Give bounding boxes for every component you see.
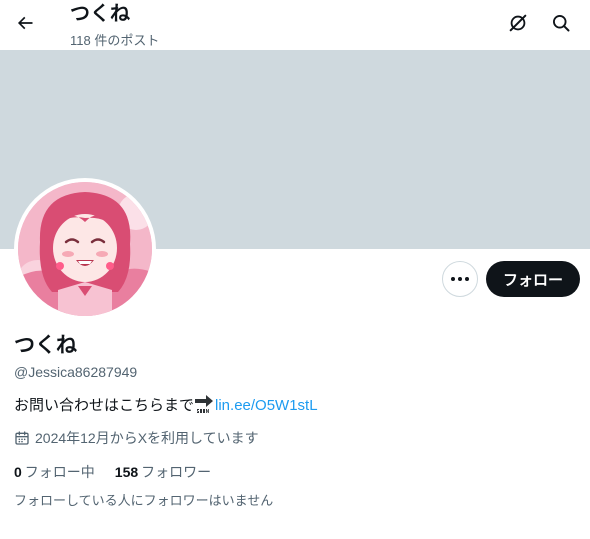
grok-button[interactable]: [505, 10, 531, 36]
followers-you-know-note: フォローしている人にフォロワーはいません: [14, 493, 274, 508]
bio-text: お問い合わせはこちらまで: [14, 397, 195, 414]
joined-text: 2024年12月からXを利用しています: [35, 430, 259, 446]
display-name: つくね: [14, 334, 77, 357]
arrow-left-icon: [17, 16, 33, 30]
bio-link[interactable]: lin.ee/O5W1stL: [215, 397, 318, 414]
search-icon: [553, 15, 570, 32]
post-count: 118 件のポスト: [70, 33, 160, 48]
bio: お問い合わせはこちらまで lin.ee/O5W1stL: [14, 394, 318, 416]
calendar-icon: [15, 431, 29, 445]
search-button[interactable]: [548, 10, 574, 36]
soon-arrow-icon: [194, 394, 214, 414]
user-handle: @Jessica86287949: [14, 364, 138, 380]
more-dots-icon: [451, 277, 455, 281]
followers-count: 158: [114, 464, 139, 480]
follow-button[interactable]: フォロー: [486, 261, 580, 297]
follow-stats: 0 フォロー中 158 フォロワー: [14, 462, 211, 482]
back-button[interactable]: [10, 8, 40, 38]
joined-date: 2024年12月からXを利用しています: [14, 428, 259, 448]
grok-icon: [509, 14, 527, 32]
avatar-image: [18, 182, 152, 316]
top-bar: つくね 118 件のポスト: [0, 0, 590, 50]
followers-label: フォロワー: [141, 464, 212, 480]
following-label: フォロー中: [24, 464, 95, 480]
header-title-block: つくね 118 件のポスト: [70, 2, 159, 50]
more-options-button[interactable]: [442, 261, 478, 297]
followers-link[interactable]: 158 フォロワー: [115, 462, 211, 482]
following-count: 0: [14, 464, 22, 480]
header-title: つくね: [70, 3, 130, 25]
following-link[interactable]: 0 フォロー中: [14, 462, 95, 482]
avatar[interactable]: [14, 178, 156, 320]
